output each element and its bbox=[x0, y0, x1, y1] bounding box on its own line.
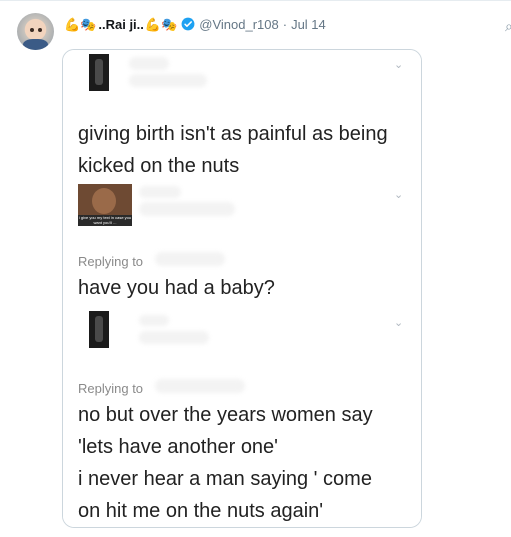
chevron-down-icon[interactable]: ⌄ bbox=[394, 188, 403, 201]
post3-redacted-handle bbox=[139, 331, 209, 344]
post3-line-1: no but over the years women say bbox=[78, 404, 373, 426]
reply1-redacted-user bbox=[155, 252, 225, 266]
avatar-eye-left bbox=[30, 28, 34, 32]
post1-redacted-name bbox=[129, 57, 169, 70]
reply2-redacted-user bbox=[155, 379, 245, 393]
post2-text: have you had a baby? bbox=[78, 277, 275, 299]
post3-line-2: 'lets have another one' bbox=[78, 436, 278, 458]
tweet-header: 💪🎭 ..Rai ji.. 💪🎭 @Vinod_r108 · Jul 14 bbox=[64, 14, 326, 34]
post2-redacted-handle bbox=[139, 202, 235, 216]
post1-avatar-photo bbox=[89, 54, 109, 91]
meta-separator: · bbox=[282, 16, 288, 32]
name-emoji-left: 💪🎭 bbox=[64, 16, 97, 32]
post3-line-3: i never hear a man saying ' come bbox=[78, 468, 372, 490]
post3-redacted-name bbox=[139, 315, 169, 326]
tweet-image-card[interactable]: ⌄ giving birth isn't as painful as being… bbox=[62, 49, 422, 528]
meme-thumbnail: i give you my text in case you want you'… bbox=[78, 184, 132, 226]
avatar-shirt bbox=[23, 39, 48, 50]
avatar[interactable] bbox=[17, 13, 54, 50]
post1-text: giving birth isn't as painful as being k… bbox=[78, 123, 388, 177]
display-name[interactable]: ..Rai ji.. bbox=[98, 17, 144, 32]
post3-line-4: on hit me on the nuts again' bbox=[78, 500, 324, 522]
avatar-eye-right bbox=[38, 28, 42, 32]
verified-badge-icon bbox=[181, 17, 195, 31]
user-handle[interactable]: @Vinod_r108 bbox=[199, 17, 278, 32]
more-icon[interactable]: ⌕ bbox=[505, 18, 511, 35]
top-divider bbox=[0, 0, 511, 1]
post1-redacted-handle bbox=[129, 74, 207, 87]
reply1-label: Replying to bbox=[78, 254, 144, 269]
post2-redacted-name bbox=[139, 186, 181, 198]
chevron-down-icon[interactable]: ⌄ bbox=[394, 316, 403, 329]
reply2-label: Replying to bbox=[78, 381, 144, 396]
screenshot-image: ⌄ giving birth isn't as painful as being… bbox=[63, 50, 421, 527]
post1-line1: giving birth isn't as painful as being k… bbox=[78, 118, 408, 182]
post3-avatar-photo bbox=[89, 311, 109, 348]
tweet-date[interactable]: Jul 14 bbox=[291, 17, 326, 32]
meme-caption: i give you my text in case you want you'… bbox=[78, 215, 132, 226]
chevron-down-icon[interactable]: ⌄ bbox=[394, 58, 403, 71]
name-emoji-right: 💪🎭 bbox=[144, 16, 178, 32]
